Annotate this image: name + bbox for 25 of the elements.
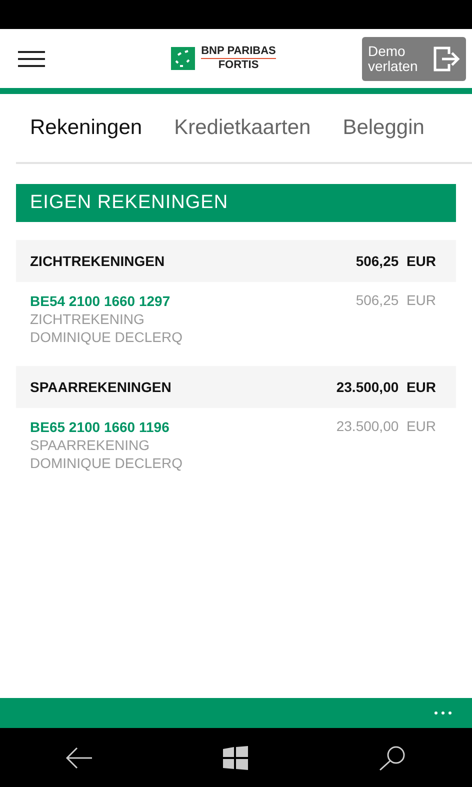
tab[interactable]: Beleggin xyxy=(342,116,424,140)
group-name: SPAARREKENINGEN xyxy=(30,379,172,395)
windows-icon[interactable] xyxy=(223,746,248,770)
account-number[interactable]: BE65 2100 1660 1196 xyxy=(30,418,182,436)
logo-icon xyxy=(171,47,196,70)
tab[interactable]: Rekeningen xyxy=(30,116,142,140)
tab[interactable]: Kredietkaarten xyxy=(174,116,311,140)
search-icon[interactable] xyxy=(378,744,407,770)
group-total: 506,25 EUR xyxy=(356,253,436,269)
account-holder: DOMINIQUE DECLERQ xyxy=(30,454,182,472)
account-balance: 23.500,00 EUR xyxy=(336,418,436,434)
account-holder: DOMINIQUE DECLERQ xyxy=(30,328,182,346)
back-icon[interactable] xyxy=(65,746,94,770)
account-balance: 506,25 EUR xyxy=(356,292,436,308)
group-name: ZICHTREKENINGEN xyxy=(30,253,165,269)
account-type: SPAARREKENING xyxy=(30,436,151,454)
exit-demo-button[interactable]: Demo verlaten xyxy=(362,36,466,80)
menu-icon[interactable] xyxy=(18,50,45,66)
exit-icon xyxy=(433,46,460,72)
more-icon[interactable] xyxy=(434,711,452,715)
account-number[interactable]: BE54 2100 1660 1297 xyxy=(30,292,182,310)
logo-text: BNP PARIBAS FORTIS xyxy=(201,45,276,72)
section-header: EIGEN REKENINGEN xyxy=(16,184,456,222)
group-total: 23.500,00 EUR xyxy=(336,379,436,395)
account-type: ZICHTREKENING xyxy=(30,310,146,328)
